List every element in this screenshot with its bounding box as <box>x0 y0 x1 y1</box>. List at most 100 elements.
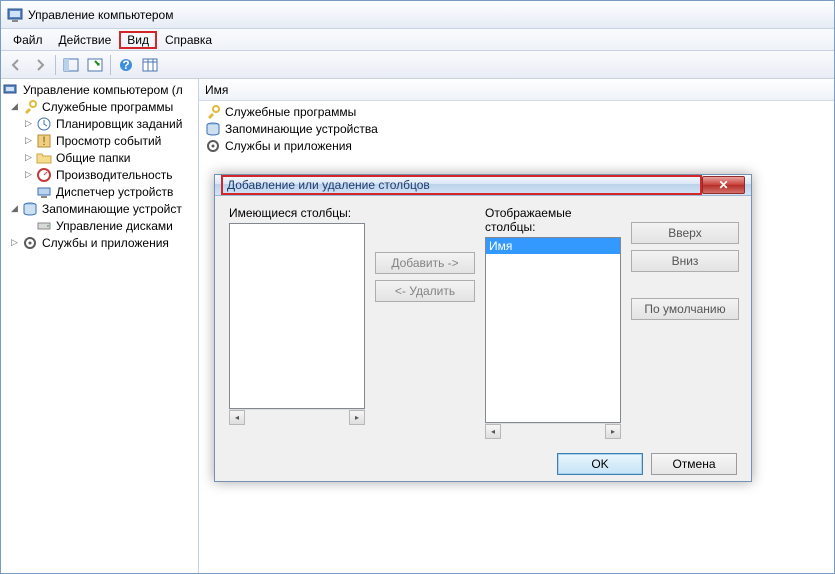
event-icon: ! <box>36 133 52 149</box>
title-bar: Управление компьютером <box>1 1 834 29</box>
perf-icon <box>36 167 52 183</box>
show-hide-tree-button[interactable] <box>60 54 82 76</box>
close-button[interactable]: ✕ <box>702 176 745 194</box>
svg-text:!: ! <box>42 134 45 148</box>
tree-devmgr[interactable]: Диспетчер устройств <box>3 183 196 200</box>
ok-button[interactable]: OK <box>557 453 643 475</box>
scroll-right-icon[interactable]: ▸ <box>349 410 365 425</box>
column-name: Имя <box>205 83 228 97</box>
tree-label: Просмотр событий <box>56 134 161 148</box>
add-button[interactable]: Добавить -> <box>375 252 475 274</box>
menu-view[interactable]: Вид <box>119 31 157 49</box>
list-item-label: Запоминающие устройства <box>225 122 378 136</box>
tree-label: Управление компьютером (л <box>23 83 183 97</box>
transfer-buttons: Добавить -> <- Удалить <box>375 206 475 439</box>
tree-storage[interactable]: ◢ Запоминающие устройст <box>3 200 196 217</box>
storage-icon <box>205 121 221 137</box>
toolbar-separator <box>110 55 111 75</box>
scrollbar-horizontal[interactable]: ◂ ▸ <box>229 409 365 425</box>
tree-services[interactable]: ▷ Службы и приложения <box>3 234 196 251</box>
collapse-icon[interactable]: ◢ <box>9 203 20 214</box>
list-column-header[interactable]: Имя <box>199 79 834 101</box>
expand-icon[interactable]: ▷ <box>23 135 34 146</box>
computer-mgmt-icon <box>3 82 19 98</box>
move-up-button[interactable]: Вверх <box>631 222 739 244</box>
available-label: Имеющиеся столбцы: <box>229 206 365 220</box>
tree-eventviewer[interactable]: ▷ ! Просмотр событий <box>3 132 196 149</box>
dialog-title-bar[interactable]: Добавление или удаление столбцов ✕ <box>215 175 751 196</box>
toolbar-separator <box>55 55 56 75</box>
available-column: Имеющиеся столбцы: ◂ ▸ <box>229 206 365 439</box>
scroll-thumb[interactable] <box>245 410 349 425</box>
scroll-left-icon[interactable]: ◂ <box>229 410 245 425</box>
help-button[interactable]: ? <box>115 54 137 76</box>
menu-help[interactable]: Справка <box>157 31 220 49</box>
scroll-thumb[interactable] <box>501 424 605 439</box>
menu-action[interactable]: Действие <box>51 31 120 49</box>
tree-root[interactable]: Управление компьютером (л <box>3 81 196 98</box>
main-window: Управление компьютером Файл Действие Вид… <box>0 0 835 574</box>
tools-icon <box>205 104 221 120</box>
close-icon: ✕ <box>718 178 728 192</box>
app-icon <box>7 7 23 23</box>
toolbar: ? <box>1 51 834 79</box>
expand-icon[interactable]: ▷ <box>23 169 34 180</box>
disk-icon <box>36 218 52 234</box>
available-listbox[interactable] <box>229 223 365 409</box>
folder-shared-icon <box>36 150 52 166</box>
tree-scheduler[interactable]: ▷ Планировщик заданий <box>3 115 196 132</box>
move-down-button[interactable]: Вниз <box>631 250 739 272</box>
tools-icon <box>22 99 38 115</box>
tree-label: Общие папки <box>56 151 130 165</box>
expand-icon[interactable]: ▷ <box>9 237 20 248</box>
cancel-button[interactable]: Отмена <box>651 453 737 475</box>
tree-diskmgmt[interactable]: Управление дисками <box>3 217 196 234</box>
view-columns-button[interactable] <box>139 54 161 76</box>
menu-file[interactable]: Файл <box>5 31 51 49</box>
displayed-listbox[interactable]: Имя <box>485 237 621 423</box>
svg-text:?: ? <box>122 58 129 72</box>
columns-dialog: Добавление или удаление столбцов ✕ Имеющ… <box>214 174 752 482</box>
services-icon <box>205 138 221 154</box>
scroll-left-icon[interactable]: ◂ <box>485 424 501 439</box>
list-item-label: Служебные программы <box>225 105 356 119</box>
tree-shared[interactable]: ▷ Общие папки <box>3 149 196 166</box>
dialog-buttons: OK Отмена <box>215 447 751 485</box>
list-item-label: Службы и приложения <box>225 139 352 153</box>
tree-label: Диспетчер устройств <box>56 185 173 199</box>
list-item[interactable]: Службы и приложения <box>201 137 832 154</box>
default-button[interactable]: По умолчанию <box>631 298 739 320</box>
expand-icon[interactable]: ▷ <box>23 118 34 129</box>
list-item[interactable]: Служебные программы <box>201 103 832 120</box>
dialog-title: Добавление или удаление столбцов <box>221 175 702 195</box>
scroll-right-icon[interactable]: ▸ <box>605 424 621 439</box>
tree-label: Производительность <box>56 168 172 182</box>
displayed-label: Отображаемые столбцы: <box>485 206 621 234</box>
services-icon <box>22 235 38 251</box>
properties-button[interactable] <box>84 54 106 76</box>
tree-label: Управление дисками <box>56 219 173 233</box>
collapse-icon[interactable]: ◢ <box>9 101 20 112</box>
tree-perf[interactable]: ▷ Производительность <box>3 166 196 183</box>
list-item[interactable]: Запоминающие устройства <box>201 120 832 137</box>
expand-icon[interactable]: ▷ <box>23 152 34 163</box>
tree-label: Запоминающие устройст <box>42 202 182 216</box>
dialog-body: Имеющиеся столбцы: ◂ ▸ Добавить -> <- Уд… <box>215 196 751 447</box>
scrollbar-horizontal[interactable]: ◂ ▸ <box>485 423 621 439</box>
tree-svcprograms[interactable]: ◢ Служебные программы <box>3 98 196 115</box>
tree-pane[interactable]: Управление компьютером (л ◢ Служебные пр… <box>1 79 199 573</box>
clock-icon <box>36 116 52 132</box>
tree-label: Служебные программы <box>42 100 173 114</box>
menu-bar: Файл Действие Вид Справка <box>1 29 834 51</box>
storage-icon <box>22 201 38 217</box>
window-title: Управление компьютером <box>28 8 173 22</box>
nav-back-button[interactable] <box>5 54 27 76</box>
nav-forward-button[interactable] <box>29 54 51 76</box>
tree-label: Службы и приложения <box>42 236 169 250</box>
remove-button[interactable]: <- Удалить <box>375 280 475 302</box>
order-buttons: Вверх Вниз По умолчанию <box>631 206 739 439</box>
listbox-item-selected[interactable]: Имя <box>486 238 620 254</box>
displayed-column: Отображаемые столбцы: Имя ◂ ▸ <box>485 206 621 439</box>
tree-label: Планировщик заданий <box>56 117 182 131</box>
device-icon <box>36 184 52 200</box>
